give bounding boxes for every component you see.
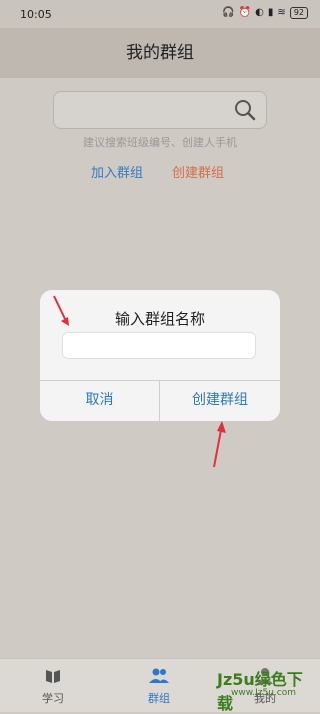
status-icons: 🎧 ⏰ ◐ ▮ ≋ 92 (222, 7, 308, 19)
dialog-title: 输入群组名称 (114, 310, 205, 328)
signal-icon: ▮ (267, 7, 274, 18)
watermark-url: www.Jz5u.com (231, 688, 297, 698)
group-name-input[interactable] (62, 332, 256, 359)
tab-study[interactable]: 学习 (23, 667, 83, 706)
tab-groups[interactable]: 群组 (129, 667, 189, 706)
search-box[interactable] (53, 91, 267, 129)
tab-groups-label: 群组 (148, 692, 170, 705)
search-icon[interactable] (234, 99, 256, 125)
app-header: 我的群组 (0, 28, 320, 78)
headphones-icon: 🎧 (222, 7, 235, 18)
battery-icon: 92 (289, 7, 308, 19)
alarm-icon: ⏰ (238, 7, 252, 18)
cancel-button[interactable]: 取消 (40, 380, 159, 421)
search-hint: 建议搜索班级编号、创建人手机 (83, 136, 237, 149)
create-group-link[interactable]: 创建群组 (172, 162, 224, 181)
arrow-annotation-input (53, 295, 69, 326)
wifi-icon: ≋ (277, 7, 286, 18)
action-links: 加入群组 创建群组 (0, 162, 320, 182)
join-group-link[interactable]: 加入群组 (91, 162, 143, 181)
page-title: 我的群组 (126, 43, 194, 63)
create-group-dialog: 输入群组名称 取消 创建群组 (40, 290, 280, 421)
create-group-button[interactable]: 创建群组 (160, 380, 280, 421)
do-not-disturb-icon: ◐ (255, 7, 264, 18)
status-time: 10:05 (20, 8, 52, 21)
people-icon (149, 668, 169, 683)
arrow-annotation-create (213, 421, 226, 468)
status-bar: 10:05 🎧 ⏰ ◐ ▮ ≋ 92 (0, 0, 320, 28)
tab-study-label: 学习 (42, 692, 64, 705)
book-icon (46, 670, 60, 683)
watermark-logo: Jz5u绿色下载 www.Jz5u.com (205, 664, 315, 713)
